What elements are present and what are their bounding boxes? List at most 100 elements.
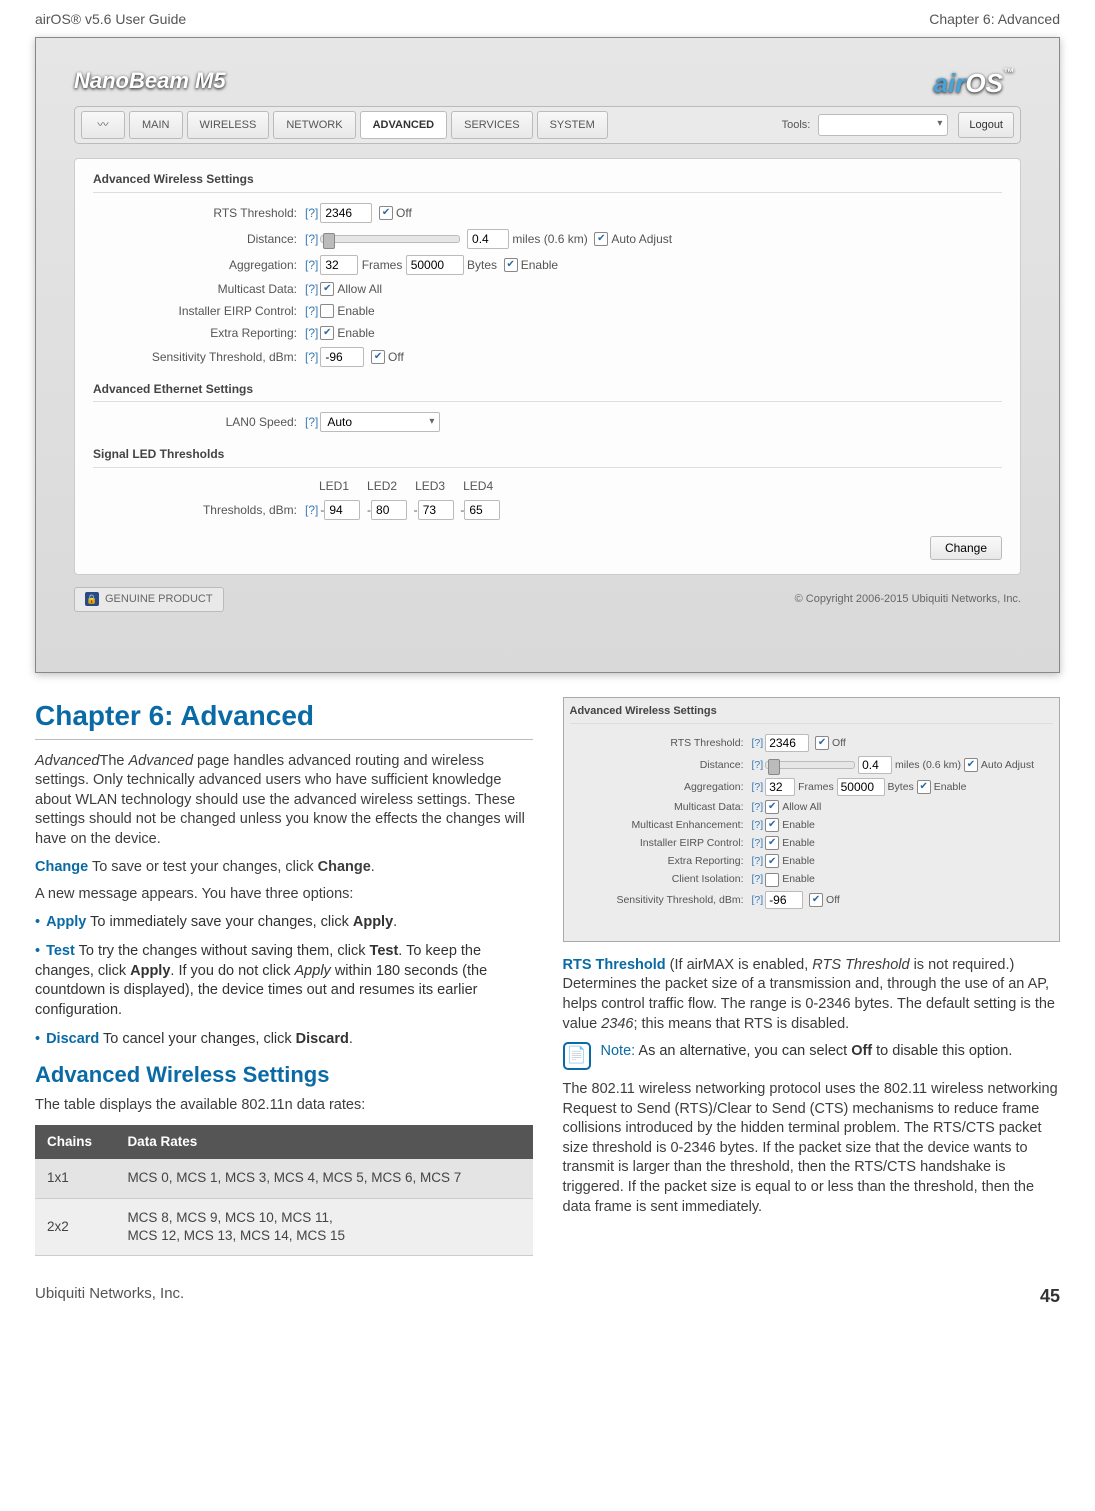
help-icon[interactable]: [?]	[750, 872, 766, 886]
tab-main[interactable]: MAIN	[129, 111, 183, 140]
help-icon[interactable]: [?]	[750, 780, 766, 794]
eirp-label: Installer EIRP Control:	[93, 303, 303, 319]
agg-enable-label: Enable	[521, 257, 558, 273]
help-icon[interactable]: [?]	[303, 205, 320, 221]
frames-word: Frames	[362, 257, 403, 273]
header-left: airOS® v5.6 User Guide	[35, 10, 186, 29]
mini-agg-frames[interactable]	[765, 778, 795, 796]
eirp-enable-label: Enable	[337, 303, 374, 319]
help-icon[interactable]: [?]	[750, 854, 766, 868]
mini-eirp-label: Installer EIRP Control:	[570, 836, 750, 850]
help-icon[interactable]: [?]	[750, 893, 766, 907]
distance-unit: miles (0.6 km)	[512, 231, 587, 247]
help-icon[interactable]: [?]	[750, 736, 766, 750]
device-brand: NanoBeam M5	[74, 66, 1021, 96]
lan-speed-select[interactable]	[320, 412, 440, 432]
mini-distance-input[interactable]	[858, 756, 892, 774]
mini-auto-cb[interactable]	[964, 758, 978, 772]
rts-off-checkbox[interactable]	[379, 206, 393, 220]
led1-input[interactable]	[324, 500, 360, 520]
led3-header: LED3	[415, 478, 445, 494]
help-icon[interactable]: [?]	[303, 303, 320, 319]
tab-wireless[interactable]: WIRELESS	[187, 111, 270, 140]
help-icon[interactable]: [?]	[303, 325, 320, 341]
help-icon[interactable]: [?]	[750, 836, 766, 850]
mini-extra-label: Extra Reporting:	[570, 854, 750, 868]
help-icon[interactable]: [?]	[750, 818, 766, 832]
distance-slider[interactable]	[320, 235, 460, 243]
help-icon[interactable]: [?]	[750, 758, 766, 772]
tools-select[interactable]	[818, 114, 948, 136]
new-msg: A new message appears. You have three op…	[35, 885, 533, 905]
lan-label: LAN0 Speed:	[93, 414, 303, 430]
led3-input[interactable]	[418, 500, 454, 520]
genuine-text: GENUINE PRODUCT	[105, 592, 213, 607]
note-block: 📄 Note: As an alternative, you can selec…	[563, 1042, 1061, 1070]
led4-input[interactable]	[464, 500, 500, 520]
agg-bytes-input[interactable]	[406, 255, 464, 275]
logout-button[interactable]: Logout	[958, 112, 1014, 139]
mini-agg-enable-cb[interactable]	[917, 780, 931, 794]
mini-rts-off-cb[interactable]	[815, 736, 829, 750]
agg-enable-checkbox[interactable]	[504, 258, 518, 272]
rts-input[interactable]	[320, 203, 372, 223]
panel-title-wireless: Advanced Wireless Settings	[93, 171, 1002, 192]
rts-label: RTS Threshold:	[93, 205, 303, 221]
advanced-wireless-panel: Advanced Wireless Settings RTS Threshold…	[74, 158, 1021, 574]
mini-distance-slider[interactable]	[765, 761, 855, 769]
mini-multicast-enh-label: Multicast Enhancement:	[570, 818, 750, 832]
tab-network[interactable]: NETWORK	[273, 111, 355, 140]
mini-rts-input[interactable]	[765, 734, 809, 752]
header-right: Chapter 6: Advanced	[929, 10, 1060, 29]
mini-agg-bytes[interactable]	[837, 778, 885, 796]
rts-paragraph: RTS Threshold (If airMAX is enabled, RTS…	[563, 956, 1061, 1034]
tab-advanced[interactable]: ADVANCED	[360, 111, 448, 140]
mini-eirp-cb[interactable]	[765, 836, 779, 850]
tab-services[interactable]: SERVICES	[451, 111, 532, 140]
table-row: 2x2 MCS 8, MCS 9, MCS 10, MCS 11, MCS 12…	[35, 1198, 533, 1255]
help-icon[interactable]: [?]	[750, 800, 766, 814]
led2-input[interactable]	[371, 500, 407, 520]
mini-extra-cb[interactable]	[765, 854, 779, 868]
auto-adjust-label: Auto Adjust	[611, 231, 672, 247]
mini-allow-cb[interactable]	[765, 800, 779, 814]
table-row: 1x1 MCS 0, MCS 1, MCS 3, MCS 4, MCS 5, M…	[35, 1159, 533, 1198]
bytes-word: Bytes	[467, 257, 497, 273]
tools-label: Tools:	[782, 118, 811, 133]
sens-label: Sensitivity Threshold, dBm:	[93, 349, 303, 365]
led2-header: LED2	[367, 478, 397, 494]
section-title: Advanced Wireless Settings	[35, 1060, 533, 1090]
extra-label: Extra Reporting:	[93, 325, 303, 341]
help-icon[interactable]: [?]	[303, 349, 320, 365]
help-icon[interactable]: [?]	[303, 281, 320, 297]
change-line: Change To save or test your changes, cli…	[35, 858, 533, 878]
help-icon[interactable]: [?]	[303, 231, 320, 247]
aggregation-label: Aggregation:	[93, 257, 303, 273]
panel-title-signal: Signal LED Thresholds	[93, 446, 1002, 467]
rts-off-label: Off	[396, 205, 412, 221]
allow-all-checkbox[interactable]	[320, 282, 334, 296]
sens-off-checkbox[interactable]	[371, 350, 385, 364]
help-icon[interactable]: [?]	[303, 502, 320, 518]
extra-enable-label: Enable	[337, 325, 374, 341]
distance-input[interactable]	[467, 229, 509, 249]
help-icon[interactable]: [?]	[303, 414, 320, 430]
agg-frames-input[interactable]	[320, 255, 358, 275]
tab-system[interactable]: SYSTEM	[537, 111, 608, 140]
page-number: 45	[1040, 1284, 1060, 1308]
mini-agg-label: Aggregation:	[570, 780, 750, 794]
test-bullet: •Test To try the changes without saving …	[35, 942, 533, 1020]
extra-checkbox[interactable]	[320, 326, 334, 340]
mini-sens-input[interactable]	[765, 891, 803, 909]
eirp-checkbox[interactable]	[320, 304, 334, 318]
help-icon[interactable]: [?]	[303, 257, 320, 273]
sens-input[interactable]	[320, 347, 364, 367]
th-rates: Data Rates	[115, 1125, 532, 1159]
change-button[interactable]: Change	[930, 536, 1002, 560]
mini-sens-off-cb[interactable]	[809, 893, 823, 907]
mini-iso-cb[interactable]	[765, 873, 779, 887]
mini-menh-cb[interactable]	[765, 818, 779, 832]
auto-adjust-checkbox[interactable]	[594, 232, 608, 246]
tab-home-icon[interactable]: 〰	[81, 111, 125, 140]
thresholds-label: Thresholds, dBm:	[93, 502, 303, 518]
